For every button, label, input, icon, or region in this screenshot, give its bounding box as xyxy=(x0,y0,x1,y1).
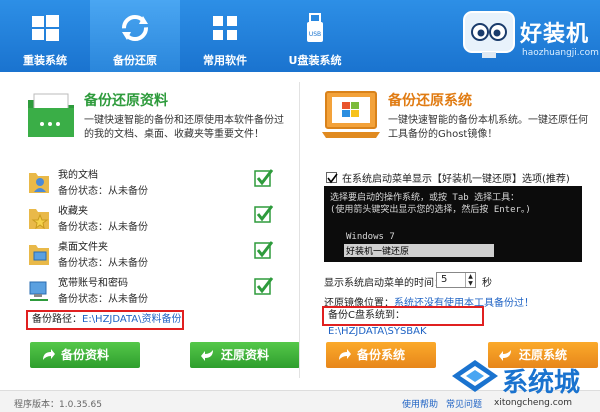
panel-title: 备份还原资料 xyxy=(84,93,168,109)
refresh-icon xyxy=(122,15,148,41)
check-icon xyxy=(327,173,338,184)
backup-path-value[interactable]: E:\HZJDATA\资料备份 xyxy=(82,314,182,325)
watermark-logo-icon xyxy=(452,360,498,392)
desktop-folder-icon xyxy=(29,245,49,265)
panel-divider xyxy=(299,82,300,378)
checkbox-checked[interactable] xyxy=(254,240,274,260)
brand-logo: 好装机 haozhuangji.com xyxy=(462,10,599,66)
item-name: 收藏夹 xyxy=(58,206,88,217)
boot-menu-checkbox[interactable] xyxy=(326,172,338,184)
arrow-up-icon xyxy=(339,349,351,360)
backup-system-panel: 备份还原系统 一键快速智能的备份本机系统。一键还原任何工具备份的Ghost镜像！… xyxy=(312,82,598,378)
tab-backup-restore[interactable]: 备份还原 xyxy=(90,0,180,72)
backup-path-label: 备份路径： xyxy=(32,314,82,325)
c-backup-label: 备份C盘系统到： xyxy=(328,310,405,321)
tab-label: 重装系统 xyxy=(23,54,67,67)
backup-data-button[interactable]: 备份资料 xyxy=(30,342,140,368)
timeout-label: 显示系统启动菜单的时间： xyxy=(324,278,444,289)
boot-menu-label: 在系统启动菜单显示【好装机一键还原】选项(推荐) xyxy=(342,174,570,185)
backup-system-button[interactable]: 备份系统 xyxy=(326,342,436,368)
brand-name: 好装机 xyxy=(520,22,590,47)
checkbox-checked[interactable] xyxy=(254,168,274,188)
list-item-my-documents: 我的文档 备份状态：从未备份 xyxy=(28,166,278,202)
console-line: (使用箭头键突出显示您的选择，然后按 Enter。) xyxy=(330,205,531,215)
tab-common-software[interactable]: 常用软件 xyxy=(180,0,270,72)
arrow-down-icon xyxy=(201,350,213,361)
apps-grid-icon xyxy=(213,16,237,40)
item-status: 备份状态：从未备份 xyxy=(58,186,148,197)
version-text: 程序版本：1.0.35.65 xyxy=(14,400,102,410)
panel-description: 一键快速智能的备份和还原使用本软件备份过的我的文档、桌面、收藏夹等重要文件！ xyxy=(84,115,284,140)
tab-usb-install[interactable]: USB U盘装系统 xyxy=(270,0,360,72)
panel-description: 一键快速智能的备份本机系统。一键还原任何工具备份的Ghost镜像！ xyxy=(388,115,588,140)
help-link[interactable]: 使用帮助 xyxy=(402,397,438,410)
c-backup-value[interactable]: E:\HZJDATA\SYSBAK xyxy=(328,326,427,337)
tab-label: U盘装系统 xyxy=(288,54,342,67)
documents-folder-icon xyxy=(29,173,49,193)
arrow-up-icon xyxy=(43,349,55,360)
item-name: 宽带账号和密码 xyxy=(58,278,128,289)
monitor-mascot-icon xyxy=(463,11,515,58)
windows-icon xyxy=(32,15,59,41)
top-nav-bar: 重装系统 备份还原 常用软件 USB U盘装系统 好装机 haozhuangji… xyxy=(0,0,600,72)
item-name: 桌面文件夹 xyxy=(58,242,108,253)
watermark-text: 系统城 xyxy=(502,368,581,398)
button-label: 还原资料 xyxy=(220,348,269,362)
button-label: 备份资料 xyxy=(60,348,109,362)
list-item-broadband-account: 宽带账号和密码 备份状态：从未备份 xyxy=(28,274,278,310)
favorites-folder-icon xyxy=(29,209,49,230)
stepper-arrows[interactable]: ▲ ▼ xyxy=(465,273,475,287)
system-laptop-icon xyxy=(322,91,380,138)
tab-label: 备份还原 xyxy=(113,54,157,67)
button-label: 备份系统 xyxy=(356,348,405,362)
c-backup-path-box[interactable]: 备份C盘系统到： E:\HZJDATA\SYSBAK xyxy=(322,306,484,337)
list-item-desktop-folder: 桌面文件夹 备份状态：从未备份 xyxy=(28,238,278,274)
boot-menu-preview: 选择要启动的操作系统，或按 Tab 选择工具： (使用箭头键突出显示您的选择，然… xyxy=(324,186,582,262)
panel-title: 备份还原系统 xyxy=(388,93,472,109)
item-status: 备份状态：从未备份 xyxy=(58,222,148,233)
timeout-stepper[interactable]: 5 ▲ ▼ xyxy=(436,272,476,288)
checkbox-checked[interactable] xyxy=(254,276,274,296)
console-option: Windows 7 xyxy=(346,232,395,242)
checkbox-checked[interactable] xyxy=(254,204,274,224)
list-item-favorites: 收藏夹 备份状态：从未备份 xyxy=(28,202,278,238)
tab-label: 常用软件 xyxy=(203,54,247,67)
item-name: 我的文档 xyxy=(58,170,98,181)
svg-text:USB: USB xyxy=(309,31,321,38)
site-watermark: 系统城 xitongcheng.com xyxy=(450,356,600,412)
item-status: 备份状态：从未备份 xyxy=(58,258,148,269)
timeout-unit: 秒 xyxy=(482,278,492,289)
folder-icon xyxy=(28,93,74,137)
network-computer-icon xyxy=(29,281,48,301)
timeout-value[interactable]: 5 xyxy=(441,274,447,285)
watermark-url: xitongcheng.com xyxy=(494,398,572,408)
console-option-selected: 好装机一键还原 xyxy=(344,244,494,257)
backup-path-box[interactable]: 备份路径：E:\HZJDATA\资料备份 xyxy=(26,310,184,330)
restore-data-button[interactable]: 还原资料 xyxy=(190,342,300,368)
backup-data-panel: 备份还原资料 一键快速智能的备份和还原使用本软件备份过的我的文档、桌面、收藏夹等… xyxy=(14,82,300,378)
brand-url: haozhuangji.com xyxy=(522,48,599,58)
tab-reinstall-system[interactable]: 重装系统 xyxy=(0,0,90,72)
item-status: 备份状态：从未备份 xyxy=(58,294,148,305)
usb-icon: USB xyxy=(307,13,323,42)
